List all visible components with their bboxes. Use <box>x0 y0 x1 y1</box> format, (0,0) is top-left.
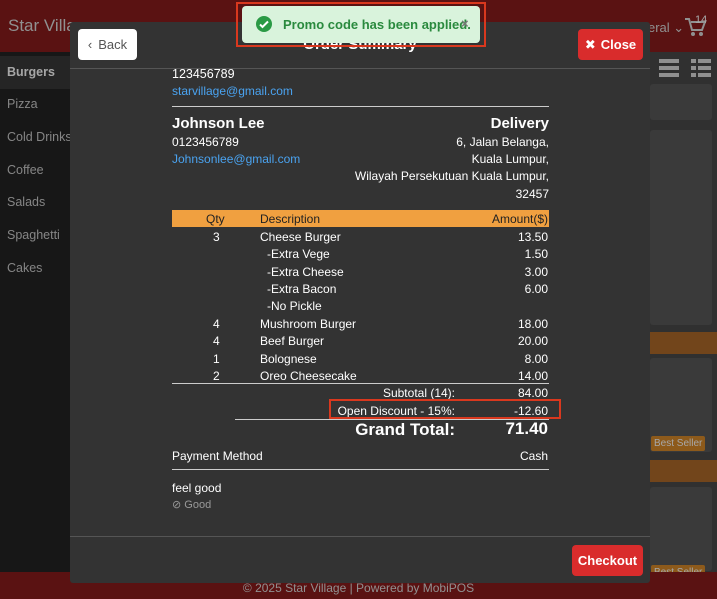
close-icon: ✖ <box>584 36 596 52</box>
store-email-link[interactable]: starvillage@gmail.com <box>172 84 293 98</box>
checkout-button[interactable]: Checkout <box>572 545 643 576</box>
divider <box>172 469 549 470</box>
table-row-modifier: -No Pickle <box>267 299 322 313</box>
modal-footer: Checkout <box>70 536 650 583</box>
customer-name: Johnson Lee <box>172 115 265 132</box>
modal-body[interactable]: 123456789 starvillage@gmail.com Johnson … <box>70 69 650 536</box>
table-header: Qty Description Amount($) <box>172 210 549 227</box>
grand-total-value: 71.40 <box>505 419 548 438</box>
table-row: 4 Mushroom Burger 18.00 <box>213 317 548 331</box>
column-header-amount: Amount($) <box>491 212 548 226</box>
table-row: 1 Bolognese 8.00 <box>213 352 548 366</box>
table-row: 3 Cheese Burger 13.50 <box>213 230 548 244</box>
customer-phone: 0123456789 <box>172 135 239 149</box>
order-summary-modal: Order Summary ‹ Back ✖ Close 123456789 s… <box>70 22 650 583</box>
remark-tag: ⊘ Good <box>172 499 212 511</box>
toast-highlight-box <box>236 2 486 47</box>
address-line: 6, Jalan Belanga, <box>456 135 549 149</box>
grand-total-label: Grand Total: <box>355 420 455 439</box>
store-phone: 123456789 <box>172 69 235 81</box>
table-row-modifier: -Extra Cheese 3.00 <box>267 265 548 279</box>
address-line: 32457 <box>515 187 549 201</box>
address-line: Wilayah Persekutuan Kuala Lumpur, <box>354 169 549 183</box>
table-row-modifier: -Extra Vege 1.50 <box>267 247 548 261</box>
discount-highlight-box <box>329 399 561 419</box>
column-header-qty: Qty <box>206 212 225 226</box>
subtotal-value: 84.00 <box>517 386 548 400</box>
divider <box>172 383 549 384</box>
item-rows: 3 Cheese Burger 13.50 -Extra Vege 1.50 -… <box>172 229 549 384</box>
close-button[interactable]: ✖ Close <box>578 29 643 60</box>
customer-email-link[interactable]: Johnsonlee@gmail.com <box>172 152 300 166</box>
column-header-description: Description <box>260 212 321 226</box>
back-button[interactable]: ‹ Back <box>78 29 137 60</box>
check-circle-icon: ⊘ <box>172 499 182 511</box>
table-row: 4 Beef Burger 20.00 <box>213 334 548 348</box>
divider <box>172 106 549 107</box>
subtotal-label: Subtotal (14): <box>382 386 455 400</box>
order-type: Delivery <box>490 115 549 132</box>
address-line: Kuala Lumpur, <box>471 152 549 166</box>
payment-method-value: Cash <box>519 449 548 463</box>
remark-text: feel good <box>172 481 222 495</box>
chevron-left-icon: ‹ <box>87 37 93 52</box>
payment-method-label: Payment Method <box>172 449 263 463</box>
table-row-modifier: -Extra Bacon 6.00 <box>267 282 548 296</box>
